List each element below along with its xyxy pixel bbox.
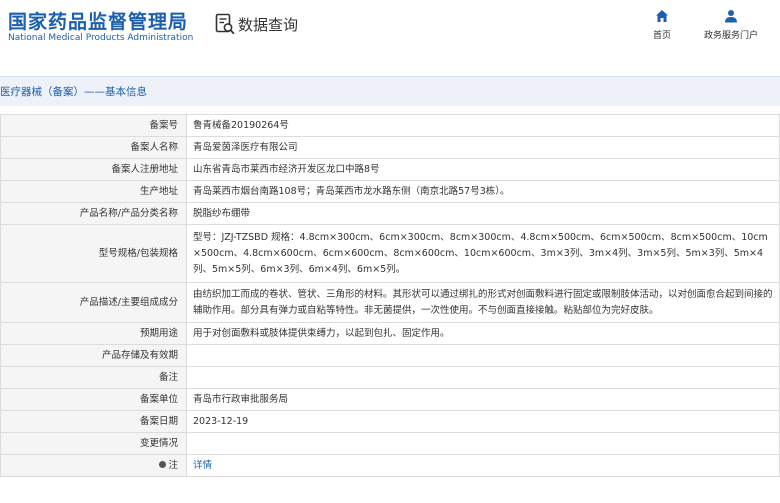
row-value: 脱脂纱布绷带 — [186, 202, 780, 225]
row-label: 产品名称/产品分类名称 — [0, 202, 187, 225]
row-label: 备案人名称 — [0, 136, 187, 159]
device-info-table: 备案号 鲁青械备20190264号 备案人名称 青岛爱茵泽医疗有限公司 备案人注… — [0, 114, 780, 477]
table-row: 备案日期 2023-12-19 — [0, 410, 780, 433]
table-row: 备案人名称 青岛爱茵泽医疗有限公司 — [0, 136, 780, 159]
row-value — [186, 344, 780, 367]
row-label: 产品存储及有效期 — [0, 344, 187, 367]
row-value — [186, 366, 780, 389]
row-label: 预期用途 — [0, 322, 187, 345]
document-search-icon — [215, 13, 235, 35]
home-icon — [656, 10, 668, 22]
table-row: 备注 — [0, 366, 780, 389]
nav-gov-service[interactable]: 政务服务门户 — [701, 9, 761, 41]
row-value: 用于对创面敷料或肢体提供束缚力，以起到包扎、固定作用。 — [186, 322, 780, 345]
table-row: 产品描述/主要组成成分 由纺织加工而成的卷状、管状、三角形的材料。其形状可以通过… — [0, 282, 780, 323]
table-row: 备案号 鲁青械备20190264号 — [0, 114, 780, 137]
row-value: 型号：JZJ-TZSBD 规格：4.8cm×300cm、6cm×300cm、8c… — [186, 224, 780, 283]
note-row-label: 注 — [0, 454, 187, 477]
row-label: 备案日期 — [0, 410, 187, 433]
nav-gov-service-label: 政务服务门户 — [703, 31, 758, 41]
brand-title-en[interactable]: National Medical Products Administration — [8, 33, 193, 43]
row-value: 由纺织加工而成的卷状、管状、三角形的材料。其形状可以通过绑扎的形式对创面敷料进行… — [186, 282, 780, 323]
user-icon — [725, 10, 737, 23]
data-query-link[interactable]: 数据查询 — [215, 12, 298, 36]
site-header: 国家药品监督管理局 National Medical Products Admi… — [0, 0, 780, 66]
row-label: 备案单位 — [0, 388, 187, 411]
row-value: 青岛市行政审批服务局 — [186, 388, 780, 411]
table-row: 注 详情 — [0, 454, 780, 477]
row-label: 型号规格/包装规格 — [0, 224, 187, 283]
row-value: 2023-12-19 — [186, 410, 780, 433]
data-query-label: 数据查询 — [238, 15, 299, 34]
table-row: 生产地址 青岛莱西市烟台南路108号；青岛莱西市龙水路东侧（南京北路57号3栋）… — [0, 180, 780, 203]
row-value: 鲁青械备20190264号 — [186, 114, 780, 137]
nav-home[interactable]: 首页 — [632, 9, 692, 41]
row-label: 备注 — [0, 366, 187, 389]
row-label: 变更情况 — [0, 432, 187, 455]
table-row: 产品名称/产品分类名称 脱脂纱布绷带 — [0, 202, 780, 225]
table-row: 变更情况 — [0, 432, 780, 455]
details-link[interactable]: 详情 — [193, 460, 212, 471]
bullet-icon — [159, 460, 167, 468]
row-value — [186, 432, 780, 455]
row-value: 青岛莱西市烟台南路108号；青岛莱西市龙水路东侧（南京北路57号3栋）。 — [186, 180, 780, 203]
table-row: 产品存储及有效期 — [0, 344, 780, 367]
section-header: 医疗器械（备案）——基本信息 — [0, 76, 780, 106]
brand-title-cn[interactable]: 国家药品监督管理局 — [8, 7, 188, 34]
row-label: 备案号 — [0, 114, 187, 137]
note-row-value: 详情 — [186, 454, 780, 477]
section-title: 医疗器械（备案）——基本信息 — [0, 86, 147, 98]
note-label-text: 注 — [168, 459, 178, 471]
nav-home-label: 首页 — [652, 31, 671, 41]
table-row: 预期用途 用于对创面敷料或肢体提供束缚力，以起到包扎、固定作用。 — [0, 322, 780, 345]
table-row: 型号规格/包装规格 型号：JZJ-TZSBD 规格：4.8cm×300cm、6c… — [0, 224, 780, 283]
table-row: 备案单位 青岛市行政审批服务局 — [0, 388, 780, 411]
table-row: 备案人注册地址 山东省青岛市莱西市经济开发区龙口中路8号 — [0, 158, 780, 181]
row-label: 备案人注册地址 — [0, 158, 187, 181]
row-label: 产品描述/主要组成成分 — [0, 282, 187, 323]
row-value: 山东省青岛市莱西市经济开发区龙口中路8号 — [186, 158, 780, 181]
row-label: 生产地址 — [0, 180, 187, 203]
row-value: 青岛爱茵泽医疗有限公司 — [186, 136, 780, 159]
